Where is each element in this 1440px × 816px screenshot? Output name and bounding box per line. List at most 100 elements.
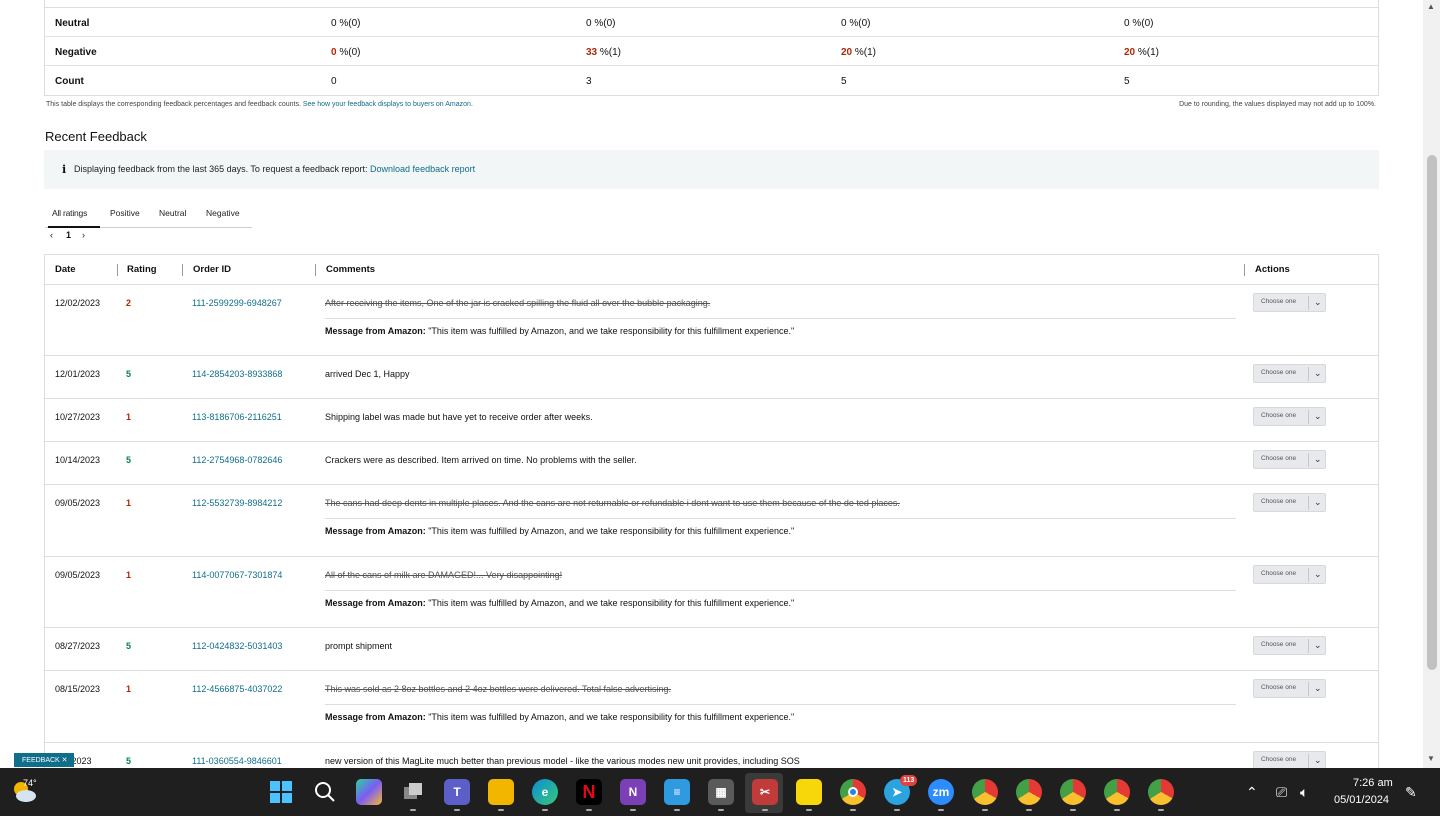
feedback-comment: After receiving the items, One of the ja… — [325, 298, 711, 308]
calculator-icon[interactable]: ▦ — [708, 779, 734, 811]
task-view-icon[interactable] — [400, 779, 426, 811]
windows-start-icon[interactable] — [268, 779, 294, 805]
volume-icon[interactable]: 🔈︎ — [1300, 784, 1308, 801]
page-scrollbar[interactable]: ▲ ▼ — [1423, 0, 1440, 768]
prev-page-icon[interactable]: ‹ — [50, 230, 53, 240]
tab-neutral[interactable]: Neutral — [159, 208, 186, 218]
summary-cell: 0 %(0) — [331, 18, 361, 29]
col-comments: Comments — [326, 264, 376, 275]
tab-positive[interactable]: Positive — [110, 208, 140, 218]
copilot-icon[interactable] — [356, 779, 382, 805]
netflix-icon[interactable]: N — [576, 779, 602, 811]
feedback-date: 12/01/2023 — [55, 369, 101, 379]
download-report-link[interactable]: Download feedback report — [370, 164, 475, 174]
summary-row-label: Neutral — [55, 18, 90, 29]
feedback-comment: arrived Dec 1, Happy — [325, 369, 410, 379]
chrome-profile-2-icon[interactable] — [1016, 779, 1042, 811]
notepad-icon[interactable]: ≡ — [664, 779, 690, 811]
feedback-comment: Shipping label was made but have yet to … — [325, 412, 593, 422]
chevron-down-icon: ⌄ — [1314, 640, 1322, 650]
action-dropdown[interactable]: Choose one ⌄ — [1253, 679, 1326, 698]
table-row: 10/27/2023 1 113-8186706-2116251 Shipping l… — [45, 399, 1378, 442]
table-row: 09/05/2023 1 112-5532739-8984212 The cans h… — [45, 485, 1378, 557]
order-id-link[interactable]: 112-5532739-8984212 — [192, 498, 282, 508]
order-id-link[interactable]: 113-8186706-2116251 — [192, 412, 282, 422]
chevron-down-icon: ⌄ — [1314, 368, 1322, 378]
zoom-icon[interactable]: zm — [928, 779, 954, 811]
feedback-comment: The cans had deep dents in multiple plac… — [325, 498, 900, 508]
info-text: Displaying feedback from the last 365 da… — [74, 164, 368, 174]
action-dropdown[interactable]: Choose one ⌄ — [1253, 364, 1326, 383]
recent-feedback-title: Recent Feedback — [45, 129, 147, 144]
network-icon[interactable]: ⎚ — [1276, 784, 1287, 801]
show-hidden-icons-icon[interactable]: ⌃ — [1246, 784, 1258, 801]
summary-cell: 5 — [841, 76, 847, 87]
chrome-profile-3-icon[interactable] — [1060, 779, 1086, 811]
summary-cell: 20 %(1) — [841, 47, 877, 58]
feedback-date: 10/14/2023 — [55, 455, 101, 465]
order-id-link[interactable]: 112-0424832-5031403 — [192, 641, 282, 651]
table-row: 12/01/2023 5 114-2854203-8933868 arrived De… — [45, 356, 1378, 399]
summary-row-label: Count — [55, 76, 84, 87]
scrollbar-thumb[interactable] — [1427, 155, 1437, 670]
feedback-date: 08/15/2023 — [55, 684, 101, 694]
action-dropdown[interactable]: Choose one ⌄ — [1253, 450, 1326, 469]
notifications-icon[interactable]: ✎ — [1405, 784, 1417, 801]
chrome-profile-5-icon[interactable] — [1148, 779, 1174, 811]
order-id-link[interactable]: 112-2754968-0782646 — [192, 455, 282, 465]
telegram-badge: 113 — [900, 775, 918, 786]
edge-icon[interactable]: e — [532, 779, 558, 811]
onenote-icon[interactable]: N — [620, 779, 646, 811]
summary-cell: 0 %(0) — [1124, 18, 1154, 29]
order-id-link[interactable]: 111-0360554-9846601 — [192, 756, 282, 766]
feedback-comment: prompt shipment — [325, 641, 393, 651]
chevron-down-icon: ⌄ — [1314, 454, 1322, 464]
tab-negative[interactable]: Negative — [206, 208, 240, 218]
action-dropdown[interactable]: Choose one ⌄ — [1253, 493, 1326, 512]
table-row: 12/02/2023 2 111-2599299-6948267 After rece… — [45, 285, 1378, 356]
action-dropdown[interactable]: Choose one ⌄ — [1253, 565, 1326, 584]
order-id-link[interactable]: 111-2599299-6948267 — [192, 298, 282, 308]
tab-all-ratings[interactable]: All ratings — [52, 208, 87, 218]
teams-icon[interactable]: T — [444, 779, 470, 811]
amazon-message: Message from Amazon: "This item was fulf… — [325, 598, 795, 608]
feedback-display-link[interactable]: See how your feedback displays to buyers… — [303, 101, 473, 108]
action-dropdown[interactable]: Choose one ⌄ — [1253, 407, 1326, 426]
summary-row: Count 0 3 5 5 — [45, 66, 1378, 95]
feedback-button[interactable]: FEEDBACK ✕ — [14, 753, 74, 767]
col-date: Date — [55, 264, 76, 275]
table-row: 10/14/2023 5 112-2754968-0782646 Crackers w… — [45, 442, 1378, 485]
file-explorer-icon[interactable] — [488, 779, 514, 811]
action-dropdown[interactable]: Choose one ⌄ — [1253, 636, 1326, 655]
info-icon: i — [62, 163, 67, 176]
snipping-tool-icon[interactable]: ✂ — [752, 779, 778, 811]
feedback-date: 09/05/2023 — [55, 570, 101, 580]
feedback-rating: 1 — [126, 570, 132, 580]
amazon-message: Message from Amazon: "This item was fulf… — [325, 526, 795, 536]
search-icon[interactable] — [312, 779, 338, 805]
order-id-link[interactable]: 112-4566875-4037022 — [192, 684, 282, 694]
feedback-date: 09/05/2023 — [55, 498, 101, 508]
chrome-icon[interactable] — [840, 779, 866, 811]
amazon-message: Message from Amazon: "This item was fulf… — [325, 712, 795, 722]
col-rating: Rating — [127, 264, 157, 275]
chevron-down-icon: ⌄ — [1314, 297, 1322, 307]
clock-date[interactable]: 05/01/2024 — [1334, 794, 1389, 806]
telegram-icon[interactable]: ➤ 113 — [884, 775, 918, 811]
page-number[interactable]: 1 — [66, 230, 71, 240]
chrome-profile-1-icon[interactable] — [972, 779, 998, 811]
next-page-icon[interactable]: › — [82, 230, 85, 240]
scroll-up-icon[interactable]: ▲ — [1427, 2, 1435, 11]
scroll-down-icon[interactable]: ▼ — [1427, 754, 1435, 763]
col-actions: Actions — [1255, 264, 1290, 275]
rounding-note: Due to rounding, the values displayed ma… — [1179, 101, 1376, 108]
chevron-down-icon: ⌄ — [1314, 755, 1322, 765]
chrome-profile-4-icon[interactable] — [1104, 779, 1130, 811]
action-dropdown[interactable]: Choose one ⌄ — [1253, 293, 1326, 312]
feedback-rating: 2 — [126, 298, 132, 308]
chevron-down-icon: ⌄ — [1314, 683, 1322, 693]
sticky-notes-icon[interactable] — [796, 779, 822, 811]
order-id-link[interactable]: 114-2854203-8933868 — [192, 369, 282, 379]
order-id-link[interactable]: 114-0077067-7301874 — [192, 570, 282, 580]
clock-time[interactable]: 7:26 am — [1353, 777, 1393, 789]
